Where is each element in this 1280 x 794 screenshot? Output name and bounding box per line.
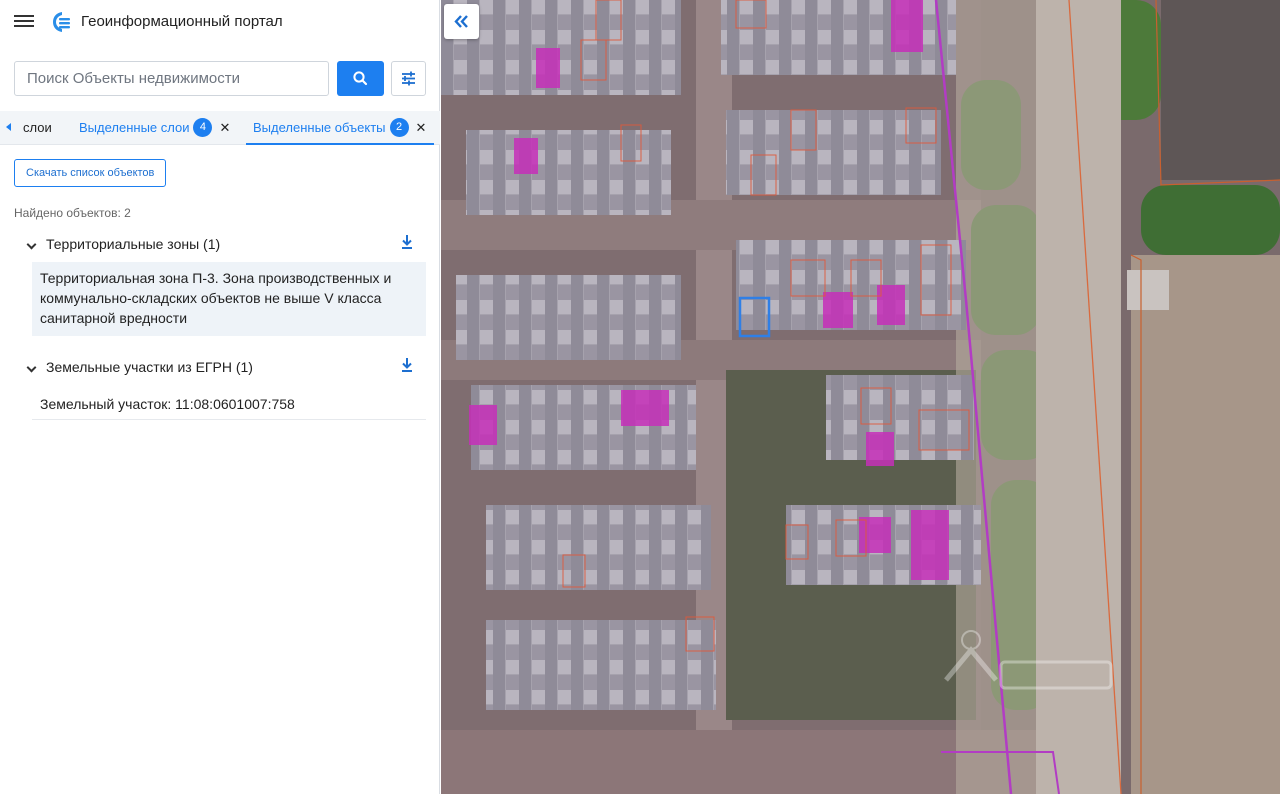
group-land-parcels[interactable]: Земельные участки из ЕГРН (1) (26, 357, 416, 379)
group-title: Земельные участки из ЕГРН (1) (46, 359, 253, 375)
double-chevron-left-icon (454, 15, 468, 28)
tab-selected-layers[interactable]: Выделенные слои 4 ✕ (79, 111, 230, 145)
header: Геоинформационный портал (0, 0, 440, 46)
download-icon[interactable] (400, 234, 414, 250)
group-title: Территориальные зоны (1) (46, 236, 221, 252)
portal-logo-icon (53, 12, 70, 32)
search-input[interactable] (14, 61, 329, 96)
count-badge: 2 (389, 118, 409, 138)
chevron-down-icon (26, 239, 37, 250)
tab-label: Выделенные слои (79, 120, 190, 135)
count-badge: 4 (193, 118, 213, 138)
list-item[interactable]: Территориальная зона П-3. Зона производс… (32, 262, 426, 336)
search-button[interactable] (337, 61, 384, 96)
map-view[interactable] (441, 0, 1280, 794)
tab-label: Выделенные объекты (253, 120, 386, 135)
close-icon[interactable]: ✕ (219, 111, 230, 144)
list-item[interactable]: Земельный участок: 11:08:0601007:758 (32, 390, 426, 420)
filter-sliders-icon (402, 71, 415, 86)
menu-icon[interactable] (14, 13, 34, 31)
filter-button[interactable] (391, 61, 426, 96)
tab-selected-objects[interactable]: Выделенные объекты 2 ✕ (246, 111, 435, 145)
tab-layers[interactable]: слои (23, 111, 52, 145)
app-title: Геоинформационный портал (81, 13, 283, 30)
download-list-button[interactable]: Скачать список объектов (14, 159, 167, 187)
download-icon[interactable] (400, 357, 414, 373)
satellite-map[interactable] (441, 0, 1280, 794)
sidebar: Геоинформационный портал слои (0, 0, 440, 794)
found-count: Найдено объектов: 2 (14, 206, 131, 220)
tab-label: слои (23, 120, 52, 135)
search-icon (353, 71, 368, 86)
chevron-down-icon (26, 362, 37, 373)
close-icon[interactable]: ✕ (416, 111, 427, 144)
tab-scroll-left-icon[interactable] (6, 123, 11, 131)
tab-bar: слои Выделенные слои 4 ✕ Выделенные объект… (0, 111, 440, 145)
collapse-sidebar-button[interactable] (444, 4, 479, 39)
search-bar (14, 61, 426, 96)
group-territorial-zones[interactable]: Территориальные зоны (1) (26, 234, 416, 256)
